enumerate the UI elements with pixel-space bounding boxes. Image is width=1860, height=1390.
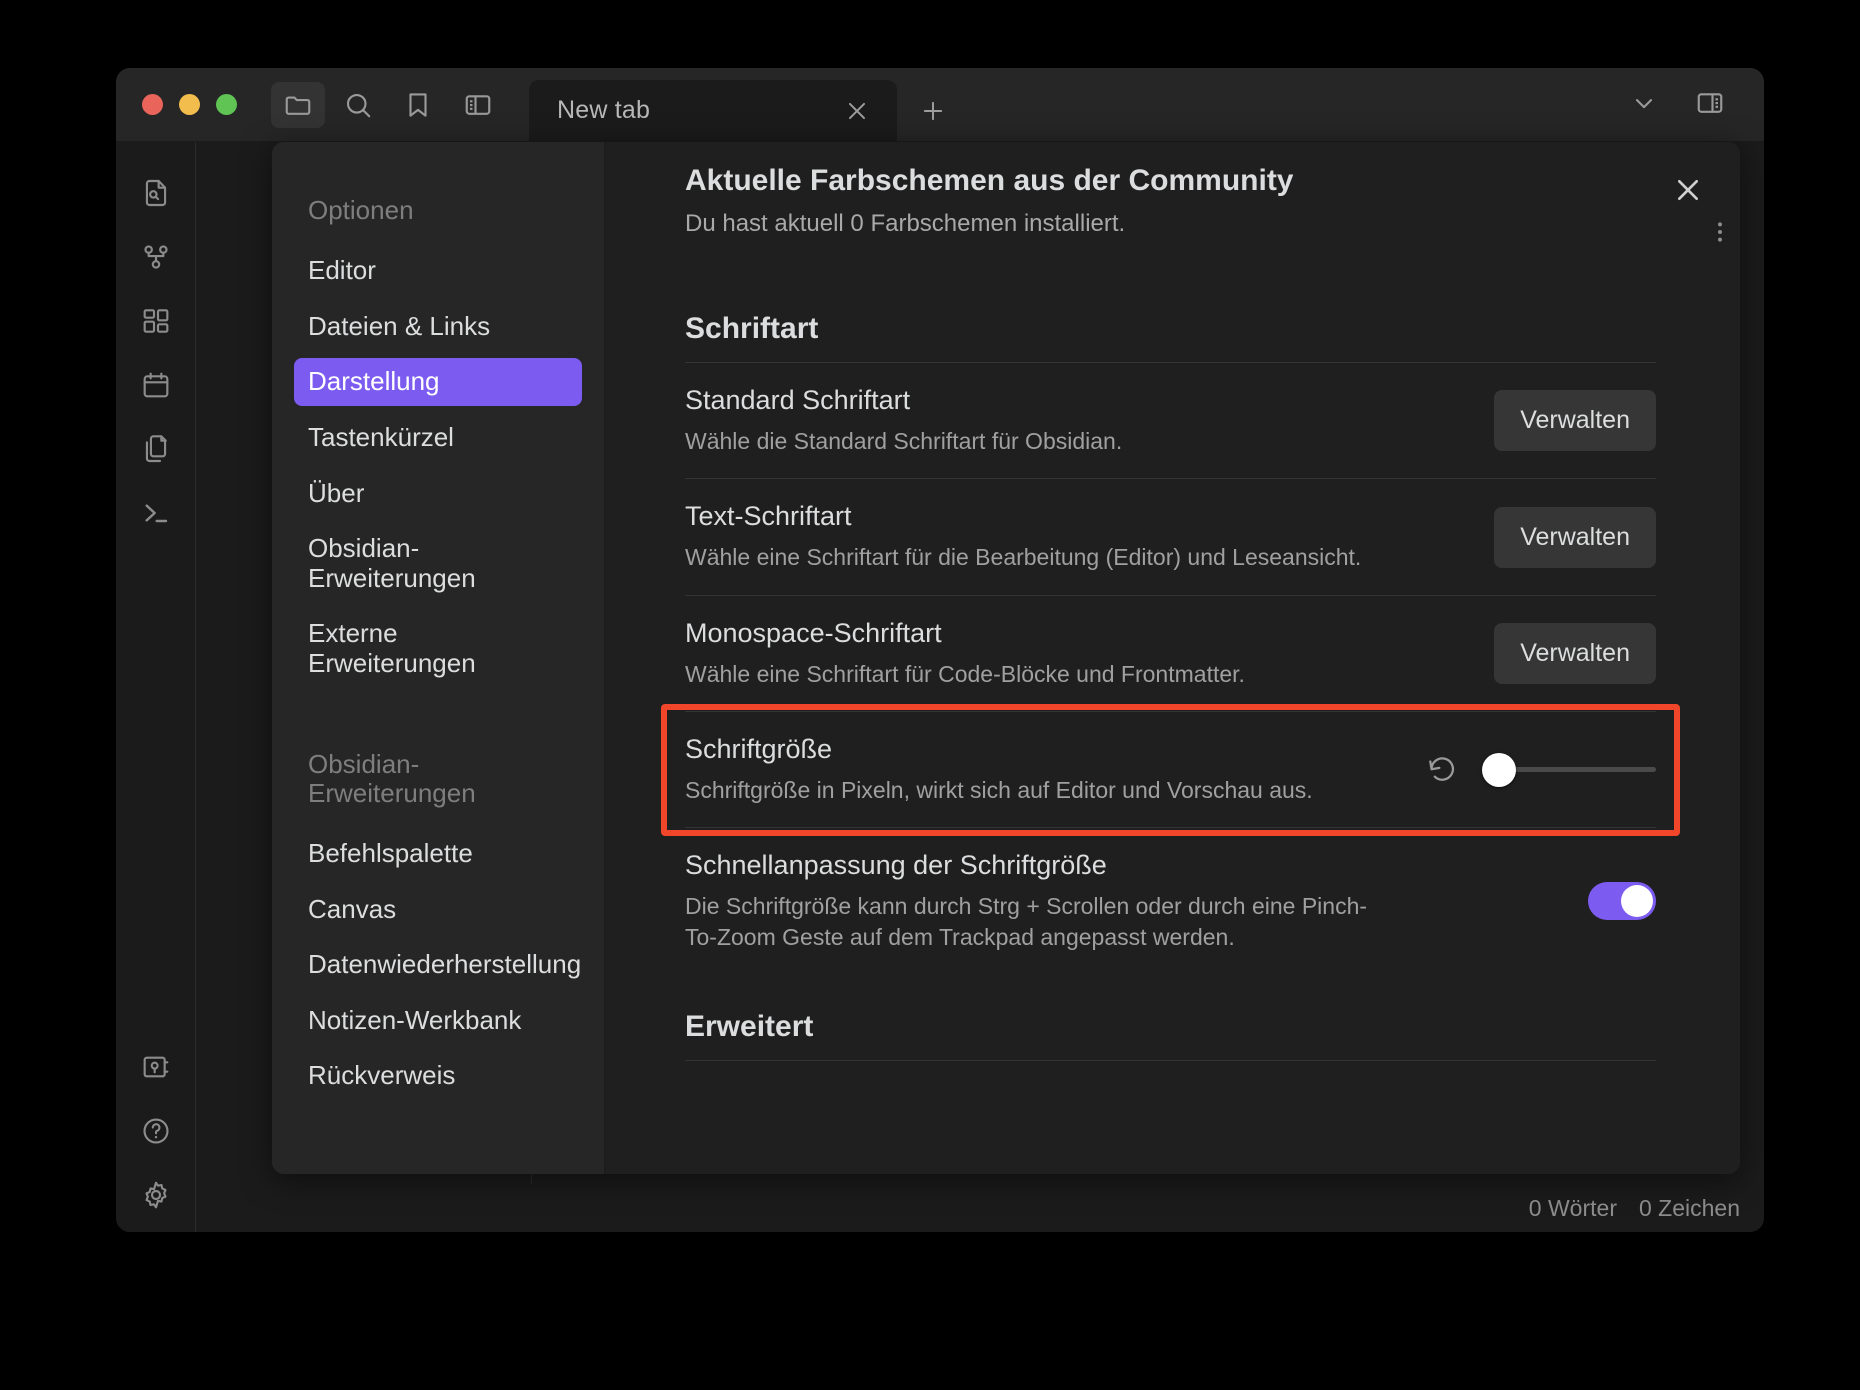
setting-name: Schriftgröße bbox=[685, 734, 833, 765]
left-icon-rail bbox=[116, 142, 196, 1232]
settings-modal: Optionen Editor Dateien & Links Darstell… bbox=[272, 142, 1740, 1174]
nav-group-title-plugins: Obsidian-Erweiterungen bbox=[308, 748, 476, 808]
nav-group-title-options: Optionen bbox=[308, 195, 414, 225]
font-size-slider[interactable] bbox=[1482, 752, 1656, 787]
plugins-grid-icon[interactable] bbox=[128, 294, 184, 348]
window-controls bbox=[116, 94, 237, 115]
obsidian-app-window: New tab 0 Wörter 0 Zeichen Optionen Edit… bbox=[116, 68, 1764, 1232]
sidebar-item-tastenkuerzel[interactable]: Tastenkürzel bbox=[294, 414, 582, 462]
setting-info: Standard Schriftart Wähle die Standard S… bbox=[685, 385, 1470, 456]
titlebar-icon-group bbox=[271, 81, 505, 128]
sidebar-item-befehlspalette[interactable]: Befehlspalette bbox=[294, 830, 582, 878]
sidebar-right-icon[interactable] bbox=[1686, 80, 1734, 126]
setting-row-text-schriftart: Text-Schriftart Wähle eine Schriftart fü… bbox=[685, 479, 1656, 596]
editor-area: 0 Wörter 0 Zeichen Optionen Editor Datei… bbox=[196, 142, 1764, 1232]
minimize-window-button[interactable] bbox=[179, 94, 200, 115]
more-vertical-icon[interactable] bbox=[1706, 218, 1734, 251]
community-themes-title: Aktuelle Farbschemen aus der Community bbox=[685, 164, 1294, 197]
vault-icon[interactable] bbox=[128, 1040, 184, 1094]
sidebar-left-icon[interactable] bbox=[451, 82, 505, 128]
sidebar-item-datenwiederherstellung[interactable]: Datenwiederherstellung bbox=[294, 941, 582, 989]
workspace: 0 Wörter 0 Zeichen Optionen Editor Datei… bbox=[116, 142, 1764, 1232]
manage-text-font-button[interactable]: Verwalten bbox=[1494, 506, 1656, 568]
sidebar-item-notizen-werkbank[interactable]: Notizen-Werkbank bbox=[294, 997, 582, 1045]
bookmark-icon[interactable] bbox=[391, 82, 445, 128]
section-heading-schriftart: Schriftart bbox=[685, 312, 1656, 363]
setting-description: Die Schriftgröße kann durch Strg + Scrol… bbox=[685, 893, 1368, 950]
copy-files-icon[interactable] bbox=[128, 422, 184, 476]
status-bar: 0 Wörter 0 Zeichen bbox=[196, 1184, 1764, 1232]
font-size-control bbox=[1426, 752, 1656, 787]
calendar-icon[interactable] bbox=[128, 358, 184, 412]
setting-row-standard-schriftart: Standard Schriftart Wähle die Standard S… bbox=[685, 363, 1656, 480]
toggle-knob bbox=[1621, 885, 1653, 918]
slider-track bbox=[1496, 767, 1656, 773]
setting-description: Wähle die Standard Schriftart für Obsidi… bbox=[685, 428, 1123, 454]
setting-info: Text-Schriftart Wähle eine Schriftart fü… bbox=[685, 501, 1470, 572]
manage-standard-font-button[interactable]: Verwalten bbox=[1494, 390, 1656, 452]
new-tab-button[interactable] bbox=[907, 80, 959, 142]
setting-info: Monospace-Schriftart Wähle eine Schrifta… bbox=[685, 618, 1470, 689]
setting-name: Monospace-Schriftart bbox=[685, 617, 942, 648]
sidebar-item-rueckverweis[interactable]: Rückverweis bbox=[294, 1052, 582, 1100]
settings-content: Aktuelle Farbschemen aus der Community D… bbox=[605, 142, 1740, 1174]
tab-strip: New tab bbox=[529, 68, 1620, 142]
setting-name: Text-Schriftart bbox=[685, 501, 852, 532]
file-search-icon[interactable] bbox=[128, 166, 184, 220]
quick-font-size-toggle[interactable] bbox=[1588, 882, 1656, 921]
help-icon[interactable] bbox=[128, 1104, 184, 1158]
manage-monospace-font-button[interactable]: Verwalten bbox=[1494, 622, 1656, 684]
sidebar-item-externe-erweiterungen[interactable]: Externe Erweiterungen bbox=[294, 610, 582, 687]
graph-view-icon[interactable] bbox=[128, 230, 184, 284]
sidebar-item-canvas[interactable]: Canvas bbox=[294, 886, 582, 934]
settings-nav: Optionen Editor Dateien & Links Darstell… bbox=[272, 142, 605, 1174]
setting-info: Schnellanpassung der Schriftgröße Die Sc… bbox=[685, 850, 1564, 952]
close-window-button[interactable] bbox=[142, 94, 163, 115]
sidebar-item-dateien-links[interactable]: Dateien & Links bbox=[294, 303, 582, 351]
maximize-window-button[interactable] bbox=[216, 94, 237, 115]
sidebar-item-ueber[interactable]: Über bbox=[294, 470, 582, 518]
slider-thumb[interactable] bbox=[1482, 752, 1516, 787]
sidebar-item-editor[interactable]: Editor bbox=[294, 247, 582, 295]
search-icon[interactable] bbox=[331, 82, 385, 128]
section-heading-erweitert: Erweitert bbox=[685, 1010, 1656, 1062]
sidebar-item-darstellung[interactable]: Darstellung bbox=[294, 358, 582, 406]
chevron-down-icon[interactable] bbox=[1620, 80, 1668, 126]
word-count: 0 Wörter bbox=[1528, 1194, 1617, 1221]
reset-arrow-icon[interactable] bbox=[1426, 754, 1458, 786]
close-icon[interactable] bbox=[1662, 164, 1714, 216]
setting-info: Schriftgröße Schriftgröße in Pixeln, wir… bbox=[685, 734, 1402, 805]
setting-name: Standard Schriftart bbox=[685, 385, 911, 415]
setting-description: Wähle eine Schriftart für Code-Blöcke un… bbox=[685, 660, 1245, 687]
folder-icon[interactable] bbox=[271, 81, 325, 128]
sidebar-item-obsidian-erweiterungen[interactable]: Obsidian-Erweiterungen bbox=[294, 525, 582, 602]
tab-new-tab[interactable]: New tab bbox=[529, 79, 897, 142]
setting-description: Schriftgröße in Pixeln, wirkt sich auf E… bbox=[685, 777, 1313, 804]
titlebar-right-group bbox=[1620, 80, 1764, 130]
terminal-icon[interactable] bbox=[128, 486, 184, 540]
tab-label: New tab bbox=[557, 96, 651, 124]
char-count: 0 Zeichen bbox=[1638, 1194, 1740, 1221]
setting-row-schriftgroesse: Schriftgröße Schriftgröße in Pixeln, wir… bbox=[685, 712, 1656, 829]
setting-row-monospace-schriftart: Monospace-Schriftart Wähle eine Schrifta… bbox=[685, 596, 1656, 713]
setting-row-schnellanpassung: Schnellanpassung der Schriftgröße Die Sc… bbox=[685, 828, 1656, 974]
community-themes-subtitle: Du hast aktuell 0 Farbschemen installier… bbox=[685, 210, 1126, 237]
setting-name: Schnellanpassung der Schriftgröße bbox=[685, 850, 1107, 881]
settings-gear-icon[interactable] bbox=[128, 1168, 184, 1222]
setting-description: Wähle eine Schriftart für die Bearbeitun… bbox=[685, 544, 1362, 571]
title-bar: New tab bbox=[116, 68, 1764, 142]
close-icon[interactable] bbox=[839, 93, 875, 129]
